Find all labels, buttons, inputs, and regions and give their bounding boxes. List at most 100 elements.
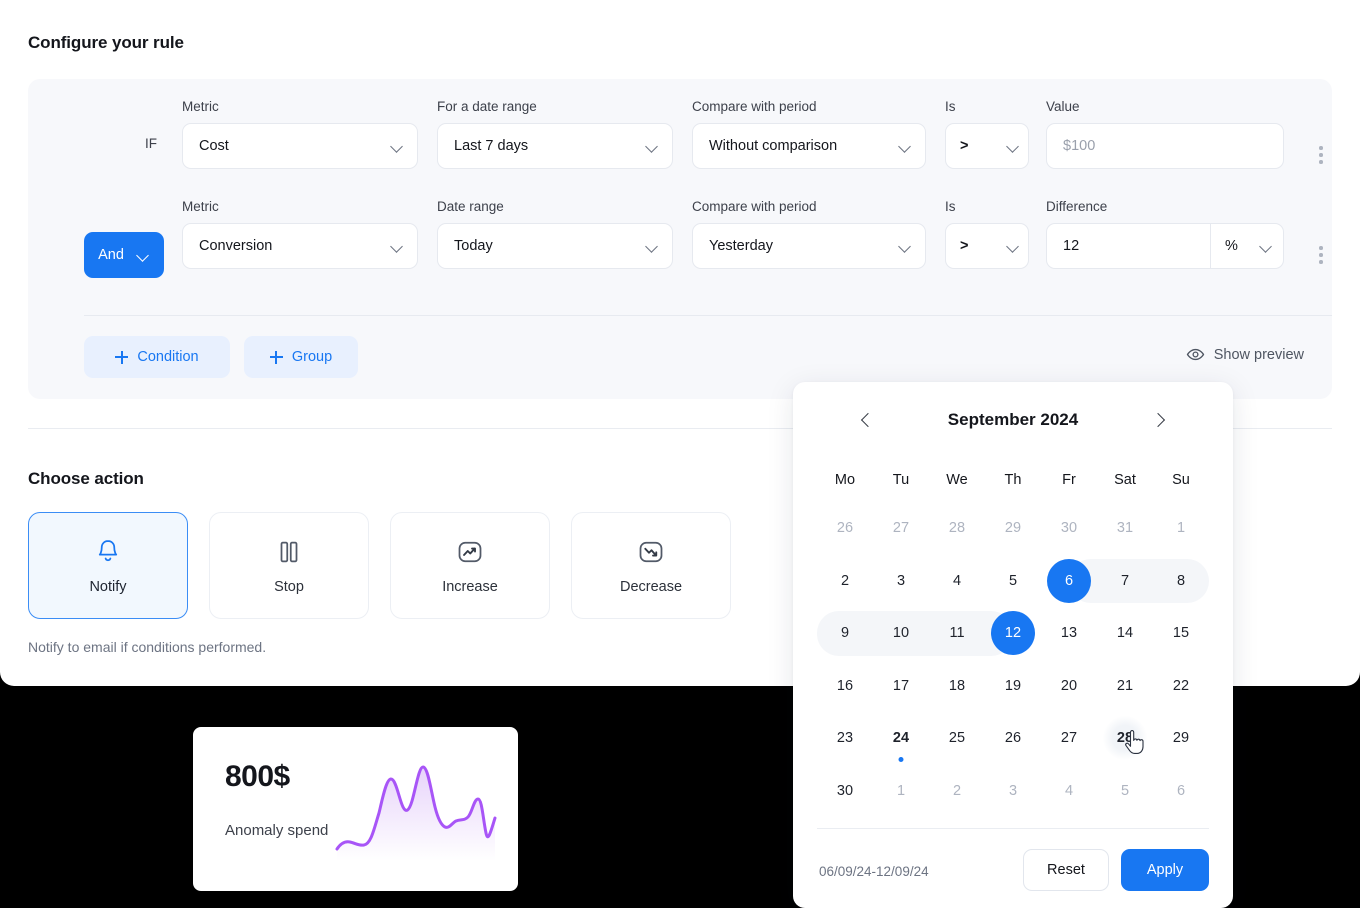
- anomaly-label: Anomaly spend: [225, 822, 329, 839]
- calendar-day[interactable]: 15: [1153, 607, 1209, 660]
- calendar-day[interactable]: 26: [985, 712, 1041, 765]
- chevron-down-icon: [1006, 139, 1020, 153]
- action-card-increase[interactable]: Increase: [390, 512, 550, 619]
- action-label-decrease: Decrease: [619, 578, 683, 595]
- calendar-day[interactable]: 8: [1153, 555, 1209, 608]
- metric-label-1: Metric: [182, 99, 219, 114]
- value-input-1[interactable]: $100: [1046, 123, 1284, 169]
- calendar-day[interactable]: 30: [817, 765, 873, 818]
- calendar-day-number: 21: [1116, 677, 1134, 694]
- calendar-day[interactable]: 20: [1041, 660, 1097, 713]
- calendar-day[interactable]: 16: [817, 660, 873, 713]
- calendar-day-number: 11: [949, 625, 965, 642]
- calendar-day-number: 17: [892, 677, 910, 694]
- calendar-day[interactable]: 27: [1041, 712, 1097, 765]
- calendar-day[interactable]: 11: [929, 607, 985, 660]
- and-operator-button[interactable]: And: [84, 232, 164, 278]
- calendar-day[interactable]: 21: [1097, 660, 1153, 713]
- weekday-we: We: [946, 472, 968, 488]
- show-preview-button[interactable]: Show preview: [1186, 345, 1304, 364]
- difference-unit-select-2[interactable]: %: [1210, 223, 1284, 269]
- calendar-day-number: 30: [836, 782, 854, 799]
- calendar-day[interactable]: 9: [817, 607, 873, 660]
- calendar-day[interactable]: 14: [1097, 607, 1153, 660]
- calendar-day[interactable]: 19: [985, 660, 1041, 713]
- operator-select-2[interactable]: >: [945, 223, 1029, 269]
- calendar-day[interactable]: 5: [1097, 765, 1153, 818]
- calendar-day[interactable]: 1: [873, 765, 929, 818]
- compare-field-2: Compare with period Yesterday: [692, 199, 926, 269]
- calendar-day[interactable]: 29: [985, 502, 1041, 555]
- calendar-day-number: 12: [991, 611, 1035, 656]
- add-group-button[interactable]: Group: [244, 336, 358, 378]
- compare-label-1: Compare with period: [692, 99, 817, 114]
- date-range-select-1[interactable]: Last 7 days: [437, 123, 673, 169]
- calendar-day[interactable]: 17: [873, 660, 929, 713]
- reset-button[interactable]: Reset: [1023, 849, 1109, 891]
- calendar-day[interactable]: 1: [1153, 502, 1209, 555]
- date-range-field-1: For a date range Last 7 days: [437, 99, 673, 169]
- calendar-day[interactable]: 3: [873, 555, 929, 608]
- row-menu-icon[interactable]: [1311, 141, 1331, 169]
- operator-value-1: >: [960, 138, 969, 154]
- prev-month-icon[interactable]: [851, 405, 881, 435]
- calendar-day[interactable]: 4: [1041, 765, 1097, 818]
- calendar-day-number: 29: [1172, 730, 1190, 747]
- date-range-select-2[interactable]: Today: [437, 223, 673, 269]
- calendar-day[interactable]: 12: [985, 607, 1041, 660]
- calendar-day[interactable]: 27: [873, 502, 929, 555]
- pause-icon: [280, 541, 298, 562]
- calendar-day-number: 15: [1172, 625, 1190, 642]
- difference-field-2: Difference 12 %: [1046, 199, 1284, 269]
- calendar-day[interactable]: 7: [1097, 555, 1153, 608]
- chevron-down-icon: [390, 139, 404, 153]
- calendar-day[interactable]: 18: [929, 660, 985, 713]
- weekday-tu: Tu: [892, 472, 910, 488]
- date-range-label-2: Date range: [437, 199, 504, 214]
- metric-select-1[interactable]: Cost: [182, 123, 418, 169]
- calendar-day[interactable]: 25: [929, 712, 985, 765]
- action-card-stop[interactable]: Stop: [209, 512, 369, 619]
- calendar-day[interactable]: 6: [1041, 555, 1097, 608]
- selected-range-text: 06/09/24-12/09/24: [819, 864, 929, 879]
- action-label-increase: Increase: [442, 578, 498, 595]
- calendar-day[interactable]: 5: [985, 555, 1041, 608]
- metric-field-2: Metric Conversion: [182, 199, 418, 269]
- calendar-footer-divider: [817, 828, 1209, 829]
- calendar-day[interactable]: 24: [873, 712, 929, 765]
- calendar-day[interactable]: 28: [929, 502, 985, 555]
- apply-button[interactable]: Apply: [1121, 849, 1209, 891]
- next-month-icon[interactable]: [1145, 405, 1175, 435]
- calendar-day[interactable]: 23: [817, 712, 873, 765]
- metric-select-2[interactable]: Conversion: [182, 223, 418, 269]
- calendar-day[interactable]: 2: [817, 555, 873, 608]
- screen-root: Configure your rule IF Metric Cost For a…: [0, 0, 1360, 908]
- calendar-day-number: 3: [896, 572, 906, 589]
- calendar-day-number: 31: [1116, 520, 1134, 537]
- row-menu-icon[interactable]: [1311, 241, 1331, 269]
- add-condition-button[interactable]: Condition: [84, 336, 230, 378]
- calendar-day[interactable]: 22: [1153, 660, 1209, 713]
- difference-input-2[interactable]: 12: [1046, 223, 1210, 269]
- operator-select-1[interactable]: >: [945, 123, 1029, 169]
- calendar-day[interactable]: 13: [1041, 607, 1097, 660]
- value-field-1: Value $100: [1046, 99, 1284, 169]
- action-card-notify[interactable]: Notify: [28, 512, 188, 619]
- action-card-decrease[interactable]: Decrease: [571, 512, 731, 619]
- calendar-day[interactable]: 6: [1153, 765, 1209, 818]
- calendar-day-number: 10: [892, 625, 910, 642]
- calendar-day-number: 28: [948, 520, 966, 537]
- calendar-day[interactable]: 2: [929, 765, 985, 818]
- calendar-day[interactable]: 26: [817, 502, 873, 555]
- calendar-day[interactable]: 3: [985, 765, 1041, 818]
- calendar-day[interactable]: 29: [1153, 712, 1209, 765]
- bell-icon: [98, 539, 118, 561]
- calendar-day[interactable]: 4: [929, 555, 985, 608]
- calendar-day[interactable]: 10: [873, 607, 929, 660]
- compare-value-1: Without comparison: [709, 138, 838, 154]
- compare-select-1[interactable]: Without comparison: [692, 123, 926, 169]
- calendar-day[interactable]: 31: [1097, 502, 1153, 555]
- compare-select-2[interactable]: Yesterday: [692, 223, 926, 269]
- calendar-day[interactable]: 28: [1097, 712, 1153, 765]
- calendar-day[interactable]: 30: [1041, 502, 1097, 555]
